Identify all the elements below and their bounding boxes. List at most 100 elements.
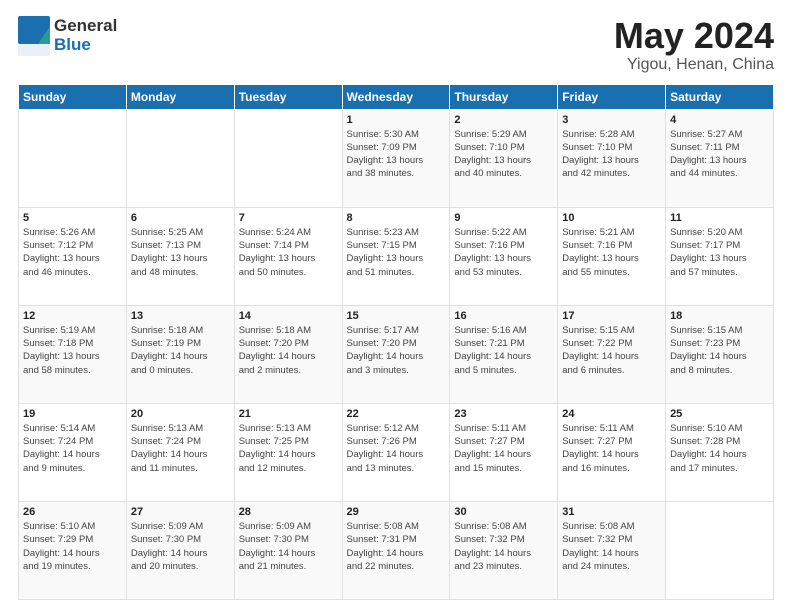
calendar-cell: 6 Sunrise: 5:25 AMSunset: 7:13 PMDaylight… <box>126 207 234 305</box>
day-header-wednesday: Wednesday <box>342 84 450 109</box>
day-info: Sunrise: 5:12 AMSunset: 7:26 PMDaylight:… <box>347 422 446 475</box>
location-title: Yigou, Henan, China <box>614 56 774 74</box>
calendar-cell: 28 Sunrise: 5:09 AMSunset: 7:30 PMDayligh… <box>234 501 342 599</box>
calendar-cell: 15 Sunrise: 5:17 AMSunset: 7:20 PMDayligh… <box>342 305 450 403</box>
day-header-saturday: Saturday <box>666 84 774 109</box>
month-title: May 2024 <box>614 16 774 56</box>
day-number: 24 <box>562 408 661 420</box>
logo-text: General Blue <box>54 17 117 54</box>
calendar-cell: 9Sunrise: 5:22 AMSunset: 7:16 PMDaylight… <box>450 207 558 305</box>
day-number: 19 <box>23 408 122 420</box>
calendar-cell: 5 Sunrise: 5:26 AMSunset: 7:12 PMDaylight… <box>19 207 127 305</box>
days-header-row: SundayMondayTuesdayWednesdayThursdayFrid… <box>19 84 774 109</box>
calendar-table: SundayMondayTuesdayWednesdayThursdayFrid… <box>18 84 774 600</box>
day-info: Sunrise: 5:20 AMSunset: 7:17 PMDaylight:… <box>670 226 769 279</box>
day-number: 18 <box>670 310 769 322</box>
day-number: 29 <box>347 506 446 518</box>
day-info: Sunrise: 5:08 AMSunset: 7:31 PMDaylight:… <box>347 520 446 573</box>
day-info: Sunrise: 5:17 AMSunset: 7:20 PMDaylight:… <box>347 324 446 377</box>
title-block: May 2024 Yigou, Henan, China <box>614 16 774 74</box>
day-number: 25 <box>670 408 769 420</box>
calendar-cell: 10Sunrise: 5:21 AMSunset: 7:16 PMDayligh… <box>558 207 666 305</box>
calendar-cell: 17 Sunrise: 5:15 AMSunset: 7:22 PMDayligh… <box>558 305 666 403</box>
calendar-cell: 24 Sunrise: 5:11 AMSunset: 7:27 PMDayligh… <box>558 403 666 501</box>
calendar-page: General Blue May 2024 Yigou, Henan, Chin… <box>0 0 792 612</box>
day-number: 9 <box>454 212 553 224</box>
day-info: Sunrise: 5:11 AMSunset: 7:27 PMDaylight:… <box>562 422 661 475</box>
calendar-cell: 21 Sunrise: 5:13 AMSunset: 7:25 PMDayligh… <box>234 403 342 501</box>
day-number: 12 <box>23 310 122 322</box>
day-number: 7 <box>239 212 338 224</box>
week-row-3: 12Sunrise: 5:19 AMSunset: 7:18 PMDayligh… <box>19 305 774 403</box>
day-info: Sunrise: 5:28 AMSunset: 7:10 PMDaylight:… <box>562 128 661 181</box>
calendar-cell: 4Sunrise: 5:27 AMSunset: 7:11 PMDaylight… <box>666 109 774 207</box>
day-number: 23 <box>454 408 553 420</box>
day-number: 5 <box>23 212 122 224</box>
day-info: Sunrise: 5:13 AMSunset: 7:25 PMDaylight:… <box>239 422 338 475</box>
logo-general: General <box>54 17 117 36</box>
day-info: Sunrise: 5:15 AMSunset: 7:23 PMDaylight:… <box>670 324 769 377</box>
calendar-cell: 31 Sunrise: 5:08 AMSunset: 7:32 PMDayligh… <box>558 501 666 599</box>
calendar-cell: 19Sunrise: 5:14 AMSunset: 7:24 PMDayligh… <box>19 403 127 501</box>
day-header-tuesday: Tuesday <box>234 84 342 109</box>
day-header-sunday: Sunday <box>19 84 127 109</box>
day-header-monday: Monday <box>126 84 234 109</box>
day-number: 31 <box>562 506 661 518</box>
day-info: Sunrise: 5:23 AMSunset: 7:15 PMDaylight:… <box>347 226 446 279</box>
day-number: 21 <box>239 408 338 420</box>
day-number: 27 <box>131 506 230 518</box>
day-number: 14 <box>239 310 338 322</box>
calendar-cell: 23Sunrise: 5:11 AMSunset: 7:27 PMDayligh… <box>450 403 558 501</box>
day-info: Sunrise: 5:21 AMSunset: 7:16 PMDaylight:… <box>562 226 661 279</box>
calendar-cell: 22 Sunrise: 5:12 AMSunset: 7:26 PMDayligh… <box>342 403 450 501</box>
header: General Blue May 2024 Yigou, Henan, Chin… <box>18 16 774 74</box>
logo: General Blue <box>18 16 117 56</box>
day-info: Sunrise: 5:25 AMSunset: 7:13 PMDaylight:… <box>131 226 230 279</box>
calendar-cell: 11 Sunrise: 5:20 AMSunset: 7:17 PMDayligh… <box>666 207 774 305</box>
day-number: 26 <box>23 506 122 518</box>
day-number: 30 <box>454 506 553 518</box>
day-info: Sunrise: 5:16 AMSunset: 7:21 PMDaylight:… <box>454 324 553 377</box>
week-row-2: 5 Sunrise: 5:26 AMSunset: 7:12 PMDaylight… <box>19 207 774 305</box>
day-info: Sunrise: 5:29 AMSunset: 7:10 PMDaylight:… <box>454 128 553 181</box>
logo-blue: Blue <box>54 36 117 55</box>
calendar-cell: 18 Sunrise: 5:15 AMSunset: 7:23 PMDayligh… <box>666 305 774 403</box>
calendar-cell: 1 Sunrise: 5:30 AMSunset: 7:09 PMDaylight… <box>342 109 450 207</box>
calendar-cell: 12Sunrise: 5:19 AMSunset: 7:18 PMDayligh… <box>19 305 127 403</box>
calendar-cell: 13Sunrise: 5:18 AMSunset: 7:19 PMDayligh… <box>126 305 234 403</box>
day-number: 15 <box>347 310 446 322</box>
calendar-cell <box>666 501 774 599</box>
day-info: Sunrise: 5:08 AMSunset: 7:32 PMDaylight:… <box>454 520 553 573</box>
day-info: Sunrise: 5:13 AMSunset: 7:24 PMDaylight:… <box>131 422 230 475</box>
day-info: Sunrise: 5:09 AMSunset: 7:30 PMDaylight:… <box>239 520 338 573</box>
calendar-header: SundayMondayTuesdayWednesdayThursdayFrid… <box>19 84 774 109</box>
day-number: 11 <box>670 212 769 224</box>
day-number: 22 <box>347 408 446 420</box>
day-info: Sunrise: 5:10 AMSunset: 7:29 PMDaylight:… <box>23 520 122 573</box>
day-number: 17 <box>562 310 661 322</box>
day-number: 20 <box>131 408 230 420</box>
day-info: Sunrise: 5:24 AMSunset: 7:14 PMDaylight:… <box>239 226 338 279</box>
day-info: Sunrise: 5:18 AMSunset: 7:20 PMDaylight:… <box>239 324 338 377</box>
calendar-cell <box>126 109 234 207</box>
day-number: 6 <box>131 212 230 224</box>
day-info: Sunrise: 5:18 AMSunset: 7:19 PMDaylight:… <box>131 324 230 377</box>
day-number: 1 <box>347 114 446 126</box>
day-header-thursday: Thursday <box>450 84 558 109</box>
calendar-cell: 26 Sunrise: 5:10 AMSunset: 7:29 PMDayligh… <box>19 501 127 599</box>
calendar-cell: 30 Sunrise: 5:08 AMSunset: 7:32 PMDayligh… <box>450 501 558 599</box>
day-info: Sunrise: 5:08 AMSunset: 7:32 PMDaylight:… <box>562 520 661 573</box>
day-info: Sunrise: 5:26 AMSunset: 7:12 PMDaylight:… <box>23 226 122 279</box>
day-info: Sunrise: 5:15 AMSunset: 7:22 PMDaylight:… <box>562 324 661 377</box>
calendar-cell: 27 Sunrise: 5:09 AMSunset: 7:30 PMDayligh… <box>126 501 234 599</box>
week-row-4: 19Sunrise: 5:14 AMSunset: 7:24 PMDayligh… <box>19 403 774 501</box>
calendar-cell: 14 Sunrise: 5:18 AMSunset: 7:20 PMDayligh… <box>234 305 342 403</box>
calendar-cell: 29 Sunrise: 5:08 AMSunset: 7:31 PMDayligh… <box>342 501 450 599</box>
day-number: 28 <box>239 506 338 518</box>
day-number: 2 <box>454 114 553 126</box>
day-header-friday: Friday <box>558 84 666 109</box>
day-info: Sunrise: 5:30 AMSunset: 7:09 PMDaylight:… <box>347 128 446 181</box>
calendar-cell: 2 Sunrise: 5:29 AMSunset: 7:10 PMDaylight… <box>450 109 558 207</box>
calendar-cell: 25Sunrise: 5:10 AMSunset: 7:28 PMDayligh… <box>666 403 774 501</box>
day-info: Sunrise: 5:09 AMSunset: 7:30 PMDaylight:… <box>131 520 230 573</box>
